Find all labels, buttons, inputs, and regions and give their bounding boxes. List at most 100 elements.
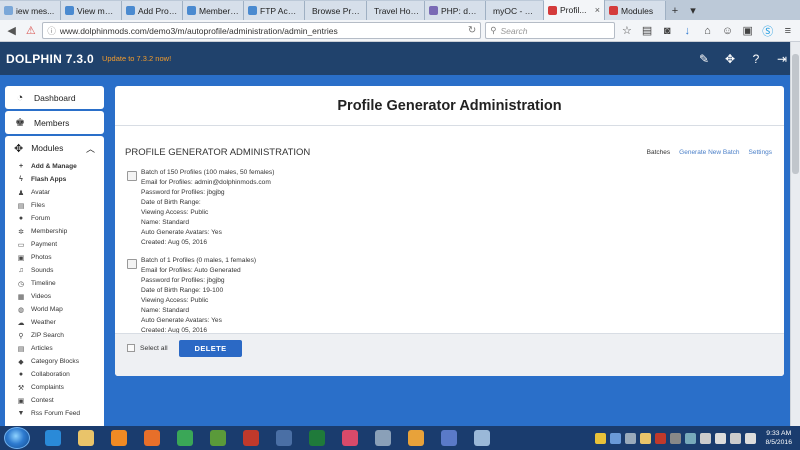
folder-tray-icon[interactable]: [639, 432, 651, 444]
delete-button[interactable]: DELETE: [179, 340, 242, 357]
volume-tray-icon[interactable]: [744, 432, 756, 444]
shield-tray-icon[interactable]: [594, 432, 606, 444]
module-item[interactable]: ♟ Avatar: [17, 186, 104, 199]
camera-tray-icon[interactable]: [669, 432, 681, 444]
browser-tab[interactable]: Member ...: [183, 1, 244, 20]
cloud-tray-icon[interactable]: [684, 432, 696, 444]
update-link[interactable]: Update to 7.3.2 now!: [102, 54, 171, 63]
select-all[interactable]: Select all: [127, 344, 168, 352]
network-tray-icon[interactable]: [609, 432, 621, 444]
extension-icon[interactable]: ▣: [740, 22, 756, 39]
frogger-app-taskbar-button[interactable]: [203, 427, 233, 449]
chrome-taskbar-button[interactable]: [170, 427, 200, 449]
skype-icon[interactable]: Ⓢ: [760, 22, 776, 39]
browser-tab[interactable]: Browse Profiles: [305, 1, 367, 20]
chat-icon[interactable]: ☺: [719, 22, 735, 39]
module-item[interactable]: ☁ Weather: [17, 316, 104, 329]
tab-label: View mes...: [77, 5, 117, 16]
tab-label: iew mes...: [16, 5, 55, 16]
module-item[interactable]: ♫ Sounds: [17, 264, 104, 277]
module-item[interactable]: ◍ World Map: [17, 303, 104, 316]
clock[interactable]: 9:33 AM 8/5/2016: [766, 429, 792, 447]
module-item[interactable]: + Add & Manage: [17, 160, 104, 173]
search-input[interactable]: ⚲ Search: [485, 22, 615, 39]
excel-taskbar-button[interactable]: [302, 427, 332, 449]
new-tab-button[interactable]: +: [666, 1, 684, 20]
close-tab-icon[interactable]: ×: [595, 5, 600, 15]
module-item[interactable]: ▭ Payment: [17, 238, 104, 251]
home-icon[interactable]: ⌂: [699, 22, 715, 39]
bookmark-star-icon[interactable]: ☆: [619, 22, 635, 39]
eraser-app-taskbar-button[interactable]: [335, 427, 365, 449]
module-item[interactable]: ● Collaboration: [17, 368, 104, 381]
calculator-taskbar-button[interactable]: [368, 427, 398, 449]
signal-tray-icon[interactable]: [729, 432, 741, 444]
browser-tab[interactable]: Travel Home: [367, 1, 425, 20]
network-app-taskbar-button[interactable]: [269, 427, 299, 449]
browser-tab[interactable]: Add Prod...: [122, 1, 183, 20]
dolphin-logo[interactable]: DOLPHIN 7.3.0: [6, 52, 94, 66]
module-item[interactable]: ▤ Articles: [17, 342, 104, 355]
generate-batch-link[interactable]: Generate New Batch: [679, 149, 739, 156]
media-player-taskbar-button[interactable]: [104, 427, 134, 449]
sidebar-item-label: Modules: [31, 143, 64, 153]
select-all-checkbox[interactable]: [127, 344, 135, 352]
gear-tray-icon[interactable]: [624, 432, 636, 444]
module-item[interactable]: ▦ Videos: [17, 290, 104, 303]
module-item[interactable]: ◷ Timeline: [17, 277, 104, 290]
scrollbar-thumb[interactable]: [792, 54, 799, 174]
wifi-tray-icon[interactable]: [699, 432, 711, 444]
module-item[interactable]: ● Forum: [17, 212, 104, 225]
module-item[interactable]: ϟ Flash Apps: [17, 173, 104, 186]
help-icon[interactable]: ?: [750, 52, 762, 66]
pocket-icon[interactable]: ◙: [659, 22, 675, 39]
file-explorer-taskbar-button[interactable]: [71, 427, 101, 449]
pdf-tray-icon[interactable]: [654, 432, 666, 444]
browser-tab[interactable]: PHP: deb...: [425, 1, 486, 20]
module-item[interactable]: ▼ Rss Forum Feed: [17, 407, 104, 420]
chrome-icon: [177, 430, 193, 446]
module-item[interactable]: ▤ Files: [17, 199, 104, 212]
language-app-taskbar-button[interactable]: [434, 427, 464, 449]
settings-link[interactable]: Settings: [749, 149, 773, 156]
sidebar-item-members[interactable]: ♚ Members: [5, 111, 104, 134]
browser-tab[interactable]: iew mes...: [0, 1, 61, 20]
back-icon[interactable]: ◀: [4, 23, 19, 39]
batch-checkbox[interactable]: [127, 259, 137, 269]
scrollbar[interactable]: [790, 42, 800, 426]
sidebar-item-dashboard[interactable]: ◔ Dashboard: [5, 86, 104, 109]
filezilla-taskbar-button[interactable]: [236, 427, 266, 449]
reload-icon[interactable]: ↻: [468, 25, 476, 36]
paint-app-taskbar-button[interactable]: [467, 427, 497, 449]
browser-tab[interactable]: View mes...: [61, 1, 122, 20]
chevron-up-icon[interactable]: ︿: [86, 142, 95, 155]
module-item[interactable]: ◆ Category Blocks: [17, 355, 104, 368]
reading-list-icon[interactable]: ▤: [639, 22, 655, 39]
menu-icon[interactable]: ≡: [780, 22, 796, 39]
batches-link[interactable]: Batches: [647, 149, 671, 156]
modules-list: + Add & Manage ϟ Flash Apps ♟ Avatar ▤ Files ● Fo…: [5, 160, 104, 420]
download-icon[interactable]: ↓: [679, 22, 695, 39]
browser-tab[interactable]: FTP Acco...: [244, 1, 305, 20]
module-item[interactable]: ▣ Contest: [17, 394, 104, 407]
internet-explorer-taskbar-button[interactable]: [38, 427, 68, 449]
start-button[interactable]: [4, 427, 30, 449]
module-item[interactable]: ⚒ Complaints: [17, 381, 104, 394]
batch-checkbox[interactable]: [127, 171, 137, 181]
module-item[interactable]: ▣ Photos: [17, 251, 104, 264]
flag-tray-icon[interactable]: [714, 432, 726, 444]
sidebar-item-modules[interactable]: ✥ Modules ︿: [5, 136, 104, 160]
site-info-icon[interactable]: ⚠: [23, 23, 38, 39]
module-item[interactable]: ✲ Membership: [17, 225, 104, 238]
module-item[interactable]: ⚲ ZIP Search: [17, 329, 104, 342]
logout-icon[interactable]: ⇥: [776, 52, 788, 66]
edit-icon[interactable]: ✎: [698, 52, 710, 66]
firefox-taskbar-button[interactable]: [137, 427, 167, 449]
tab-list-button[interactable]: ▾: [684, 1, 702, 20]
url-bar[interactable]: ⓘ www.dolphinmods.com/demo3/m/autoprofil…: [42, 22, 482, 39]
outlook-taskbar-button[interactable]: [401, 427, 431, 449]
browser-tab[interactable]: myOC - UWI...: [486, 1, 544, 20]
browser-tab[interactable]: Modules: [605, 1, 666, 20]
browser-tab[interactable]: Profil... ×: [544, 0, 605, 20]
puzzle-icon[interactable]: ✥: [724, 52, 736, 66]
